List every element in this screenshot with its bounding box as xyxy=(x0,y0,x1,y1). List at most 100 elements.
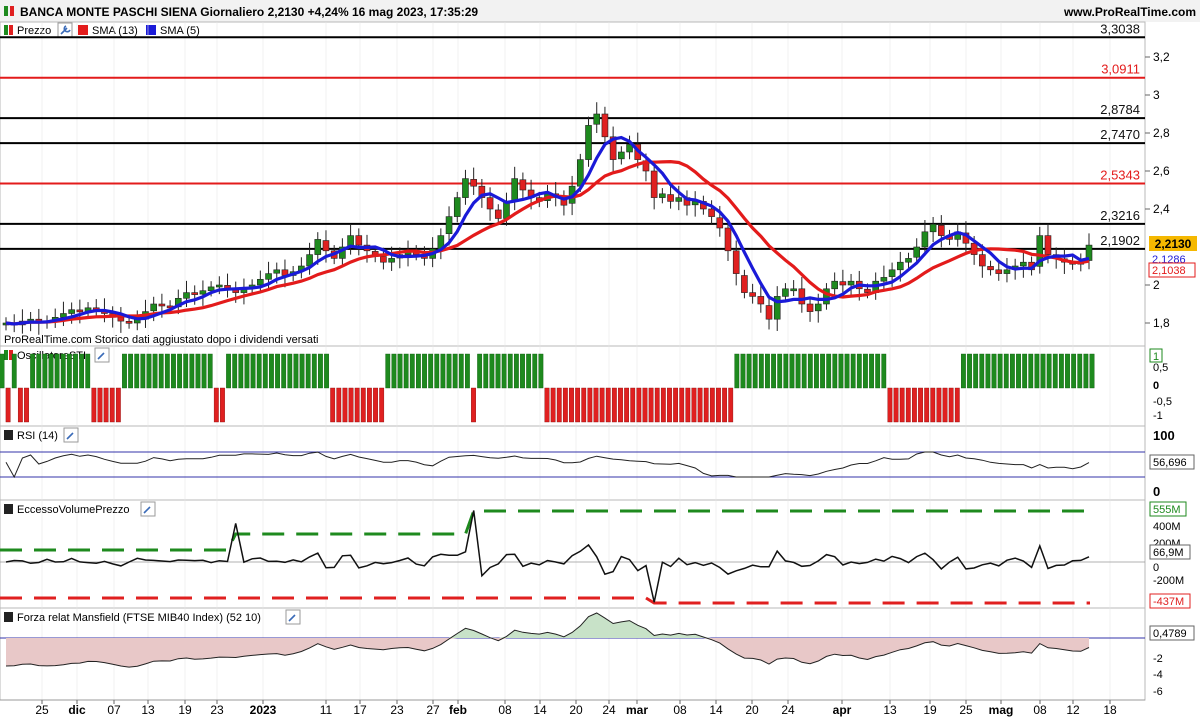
sti-bar-6 xyxy=(36,353,42,389)
sti-bar-82 xyxy=(501,353,507,389)
price-tick-0: 3,2 xyxy=(1153,50,1170,64)
rsi-line xyxy=(5,451,1090,479)
sma5-legend[interactable]: SMA (5) xyxy=(146,25,200,37)
sma13-legend[interactable]: SMA (13) xyxy=(78,25,138,37)
rsi-last-badge: 56,696 xyxy=(1149,454,1195,470)
sti-bar-39 xyxy=(238,353,244,389)
sti-bar-166 xyxy=(1016,353,1021,389)
candle-80 xyxy=(659,188,666,204)
x-tick-3: 13 xyxy=(141,703,155,717)
svg-text:Forza relat Mansfield (FTSE MI: Forza relat Mansfield (FTSE MIB40 Index)… xyxy=(17,612,261,624)
sti-bar-138 xyxy=(844,353,850,389)
x-tick-5: 23 xyxy=(210,703,224,717)
sti-bar-157 xyxy=(961,353,966,389)
candle-132 xyxy=(1085,233,1093,270)
sti-bar-135 xyxy=(826,353,832,389)
candle-7 xyxy=(60,301,67,327)
rsi-title[interactable]: RSI (14) xyxy=(4,427,79,443)
mansfield-title[interactable]: Forza relat Mansfield (FTSE MIB40 Index)… xyxy=(4,609,301,625)
sti-bar-168 xyxy=(1028,353,1034,389)
price-tick-2: 2,8 xyxy=(1153,126,1170,140)
sti-bar-178 xyxy=(1089,353,1095,389)
sti-bar-73 xyxy=(446,353,452,389)
sti-bar-111 xyxy=(679,387,685,423)
sti-bar-74 xyxy=(452,353,458,389)
x-tick-6: 2023 xyxy=(250,703,277,717)
sti-bar-10 xyxy=(60,353,66,389)
candle-47 xyxy=(388,246,395,271)
chart-title: BANCA MONTE PASCHI SIENA Giornaliero 2,2… xyxy=(20,5,478,19)
sti-bar-58 xyxy=(354,387,360,423)
candle-84 xyxy=(691,191,699,217)
sti-bar-66 xyxy=(403,353,409,389)
sti-bar-1 xyxy=(5,387,11,423)
sti-bar-42 xyxy=(256,353,262,389)
x-tick-11: feb xyxy=(449,703,467,717)
price-y-axis: 3,2 3 2,8 2,6 2,4 2 1,8 xyxy=(1145,50,1170,330)
candle-43 xyxy=(355,228,363,256)
sti-bar-76 xyxy=(464,353,470,389)
sti-bar-99 xyxy=(605,387,611,423)
sti-bar-21 xyxy=(128,353,133,389)
sti-bar-136 xyxy=(832,353,838,389)
legend-sma13-label: SMA (13) xyxy=(92,25,138,37)
sti-bar-28 xyxy=(171,353,176,389)
evp-last-badge: 66,9M xyxy=(1149,544,1191,560)
sti-bar-123 xyxy=(752,353,758,389)
sti-bar-132 xyxy=(807,353,813,389)
level-label-2: 2,8784 xyxy=(1100,102,1140,117)
sti-bar-162 xyxy=(991,353,997,389)
evp-lower-dashed-line xyxy=(0,596,1090,605)
sti-bar-154 xyxy=(942,387,948,423)
sti-bar-68 xyxy=(416,353,421,389)
candle-29 xyxy=(240,278,248,305)
sti-bar-144 xyxy=(881,353,887,389)
price-tick-5: 2 xyxy=(1153,278,1160,292)
sti-bar-65 xyxy=(397,353,403,389)
candle-63 xyxy=(519,172,527,201)
evp-title[interactable]: EccessoVolumePrezzo xyxy=(4,501,156,517)
x-tick-23: 19 xyxy=(923,703,937,717)
sti-bar-41 xyxy=(250,353,256,389)
sti-bar-104 xyxy=(636,387,642,423)
sti-bar-50 xyxy=(305,353,311,389)
sti-bar-77 xyxy=(471,387,476,423)
sti-bar-143 xyxy=(875,353,881,389)
sti-bar-95 xyxy=(581,387,587,423)
svg-text:EccessoVolumePrezzo: EccessoVolumePrezzo xyxy=(17,504,130,516)
candle-49 xyxy=(404,240,412,267)
wrench-icon[interactable] xyxy=(57,22,73,38)
x-tick-24: 25 xyxy=(959,703,973,717)
level-label-6: 2,1902 xyxy=(1100,233,1140,248)
sti-bar-177 xyxy=(1083,353,1089,389)
candle-126 xyxy=(1036,226,1044,274)
sti-bar-83 xyxy=(507,353,513,389)
x-tick-0: 25 xyxy=(35,703,49,717)
blue-legend-square-icon xyxy=(146,25,156,35)
sti-bar-98 xyxy=(599,387,605,423)
candle-107 xyxy=(880,265,888,290)
sti-bar-29 xyxy=(177,353,182,389)
last-price-badge: 2,2130 xyxy=(1149,236,1197,251)
price-tick-6: 1,8 xyxy=(1153,316,1170,330)
site-link[interactable]: www.ProRealTime.com xyxy=(1063,5,1196,19)
candle-102 xyxy=(839,269,847,294)
svg-text:-437M: -437M xyxy=(1153,596,1184,608)
x-tick-28: 18 xyxy=(1103,703,1117,717)
sti-bar-18 xyxy=(109,387,115,423)
level-label-4: 2,5343 xyxy=(1100,167,1140,182)
candle-74 xyxy=(609,126,617,172)
sti-bar-14 xyxy=(85,353,91,389)
x-tick-12: 08 xyxy=(498,703,512,717)
price-legend[interactable]: Prezzo xyxy=(4,25,51,37)
sti-bar-70 xyxy=(428,353,434,389)
sti-bar-19 xyxy=(115,387,121,423)
sti-tick-0: 0,5 xyxy=(1153,362,1168,374)
sti-bar-40 xyxy=(244,353,250,389)
x-tick-4: 19 xyxy=(178,703,192,717)
candle-27 xyxy=(224,273,231,298)
sti-bar-115 xyxy=(703,387,709,423)
x-tick-9: 23 xyxy=(390,703,404,717)
sti-bar-116 xyxy=(709,387,715,423)
candle-100 xyxy=(823,283,830,310)
